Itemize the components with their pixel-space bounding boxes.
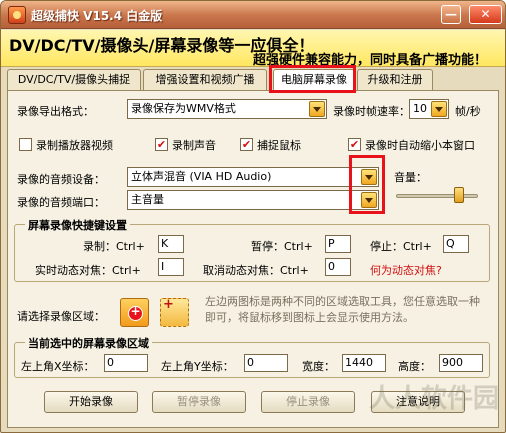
region-label: 请选择录像区域： bbox=[17, 310, 105, 323]
auto-minimize-checkbox[interactable]: ✔ bbox=[348, 138, 361, 151]
chevron-down-icon bbox=[361, 169, 377, 185]
stop-recording-button[interactable]: 停止录像 bbox=[261, 391, 355, 413]
record-player-video-label: 录制播放器视频 bbox=[36, 139, 113, 152]
audio-port-value: 主音量 bbox=[131, 193, 164, 206]
minimize-button[interactable]: — bbox=[441, 5, 461, 24]
start-recording-button[interactable]: 开始录像 bbox=[44, 391, 138, 413]
record-player-video-checkbox[interactable] bbox=[19, 138, 32, 151]
chevron-down-icon bbox=[431, 101, 447, 117]
banner-tagline: 超强硬件兼容能力，同时具备广播功能！ bbox=[253, 53, 488, 68]
record-hotkey-label: 录制：Ctrl+ bbox=[83, 240, 145, 253]
capture-mouse-checkbox[interactable]: ✔ bbox=[240, 138, 253, 151]
chevron-down-icon bbox=[361, 192, 377, 208]
region-x-label: 左上角X坐标： bbox=[21, 360, 95, 373]
title-bar[interactable]: 超级捕快 V15.4 白金版 — ✕ bbox=[1, 1, 505, 29]
stop-hotkey-label: 停止：Ctrl+ bbox=[370, 240, 432, 253]
tab-screen-recording[interactable]: 电脑屏幕录像 bbox=[273, 69, 355, 91]
promo-banner: DV/DC/TV/摄像头/屏幕录像等一应俱全！ 超强硬件兼容能力，同时具备广播功… bbox=[1, 30, 505, 68]
focus-hotkey-label: 实时动态对焦：Ctrl+ bbox=[35, 264, 141, 277]
current-region-group: 当前选中的屏幕录像区域 左上角X坐标： 0 左上角Y坐标： 0 宽度： 1440… bbox=[14, 335, 490, 378]
region-y-input[interactable]: 0 bbox=[244, 354, 288, 372]
record-sound-label: 录制声音 bbox=[172, 139, 216, 152]
export-format-select[interactable]: 录像保存为WMV格式 bbox=[127, 99, 327, 119]
volume-slider-thumb[interactable] bbox=[453, 187, 464, 203]
hotkeys-group: 屏幕录像快捷键设置 录制：Ctrl+ K 暂停：Ctrl+ P 停止：Ctrl+… bbox=[14, 217, 490, 282]
window-title: 超级捕快 V15.4 白金版 bbox=[31, 9, 163, 23]
hotkeys-group-title: 屏幕录像快捷键设置 bbox=[25, 217, 130, 233]
close-button[interactable]: ✕ bbox=[469, 5, 502, 24]
record-sound-checkbox[interactable]: ✔ bbox=[155, 138, 168, 151]
app-window: 超级捕快 V15.4 白金版 — ✕ DV/DC/TV/摄像头/屏幕录像等一应俱… bbox=[0, 0, 506, 433]
tab-capture[interactable]: DV/DC/TV/摄像头捕捉 bbox=[7, 69, 141, 90]
fps-unit: 帧/秒 bbox=[455, 105, 481, 118]
region-width-input[interactable]: 1440 bbox=[342, 354, 386, 372]
app-logo-icon bbox=[8, 6, 26, 24]
region-x-input[interactable]: 0 bbox=[104, 354, 148, 372]
cancel-focus-hotkey-label: 取消动态对焦：Ctrl+ bbox=[203, 264, 309, 277]
pause-hotkey-label: 暂停：Ctrl+ bbox=[251, 240, 313, 253]
region-hint: 左边两图标是两种不同的区域选取工具，您任意选取一种即可，将鼠标移到图标上会显示使… bbox=[205, 295, 480, 324]
region-height-label: 高度： bbox=[398, 360, 431, 373]
audio-device-value: 立体声混音 (VIA HD Audio) bbox=[131, 170, 272, 183]
fps-value: 10 bbox=[413, 102, 427, 115]
pause-recording-button[interactable]: 暂停录像 bbox=[152, 391, 246, 413]
volume-slider-track[interactable] bbox=[396, 194, 478, 198]
region-width-label: 宽度： bbox=[302, 360, 335, 373]
region-height-input[interactable]: 900 bbox=[439, 354, 483, 372]
watermark: 人人软件园 bbox=[369, 384, 500, 414]
pause-hotkey-input[interactable]: P bbox=[325, 235, 351, 253]
focus-hotkey-input[interactable]: I bbox=[158, 258, 184, 276]
cancel-focus-hotkey-input[interactable]: 0 bbox=[325, 258, 351, 276]
volume-label: 音量： bbox=[394, 171, 427, 184]
export-format-value: 录像保存为WMV格式 bbox=[131, 102, 236, 115]
capture-mouse-label: 捕捉鼠标 bbox=[257, 139, 301, 152]
tab-upgrade-register[interactable]: 升级和注册 bbox=[357, 69, 433, 90]
record-hotkey-input[interactable]: K bbox=[158, 235, 184, 253]
audio-device-select[interactable]: 立体声混音 (VIA HD Audio) bbox=[127, 167, 379, 187]
audio-device-label: 录像的音频设备： bbox=[17, 173, 105, 186]
current-region-title: 当前选中的屏幕录像区域 bbox=[25, 335, 152, 351]
auto-minimize-label: 录像时自动缩小本窗口 bbox=[365, 139, 475, 152]
audio-port-label: 录像的音频端口： bbox=[17, 196, 105, 209]
focus-help-link[interactable]: 何为动态对焦? bbox=[370, 262, 442, 278]
audio-port-select[interactable]: 主音量 bbox=[127, 190, 379, 210]
region-draw-tool-icon[interactable] bbox=[160, 297, 189, 327]
region-select-tool-icon[interactable] bbox=[120, 298, 149, 327]
stop-hotkey-input[interactable]: Q bbox=[443, 235, 469, 253]
fps-select[interactable]: 10 bbox=[409, 99, 449, 119]
export-format-label: 录像导出格式： bbox=[17, 105, 94, 118]
region-y-label: 左上角Y坐标： bbox=[161, 360, 234, 373]
chevron-down-icon bbox=[309, 101, 325, 117]
fps-label: 录像时帧速率： bbox=[333, 105, 410, 118]
tab-enhanced-broadcast[interactable]: 增强设置和视频广播 bbox=[143, 69, 267, 90]
